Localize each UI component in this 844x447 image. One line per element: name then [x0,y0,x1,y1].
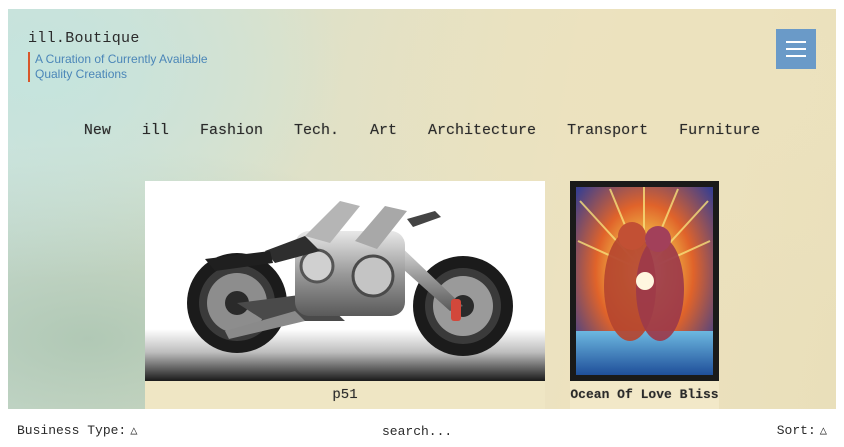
business-type-filter[interactable]: Business Type: △ [17,423,137,438]
category-nav: New ill Fashion Tech. Art Architecture T… [8,122,836,139]
product-title[interactable]: p51 [145,381,545,409]
nav-item-new[interactable]: New [84,122,111,139]
search-input[interactable] [380,420,544,442]
sort-label: Sort: [776,423,816,438]
product-card[interactable]: Ocean Of Love Bliss [570,181,719,409]
nav-item-art[interactable]: Art [370,122,397,139]
nav-item-furniture[interactable]: Furniture [679,122,760,139]
business-type-label: Business Type: [17,423,127,438]
hamburger-menu-button[interactable] [776,29,816,69]
product-title[interactable]: Ocean Of Love Bliss [570,381,719,409]
nav-item-ill[interactable]: ill [142,122,169,139]
brand-logo[interactable]: ill.Boutique [28,30,140,47]
triangle-up-icon[interactable]: △ [820,423,827,438]
page-background: ill.Boutique A Curation of Currently Ava… [8,9,836,409]
brand-tagline: A Curation of Currently Available Qualit… [28,52,245,82]
triangle-up-icon[interactable]: △ [130,423,137,438]
motorcycle-photo [145,181,545,381]
product-card[interactable]: p51 [145,181,545,409]
filter-bar: Business Type:△ Sort:△ [0,412,844,447]
nav-item-tech[interactable]: Tech. [294,122,339,139]
sort-filter[interactable]: Sort: △ [777,423,827,438]
nav-item-fashion[interactable]: Fashion [200,122,263,139]
nav-item-transport[interactable]: Transport [567,122,648,139]
nav-item-architecture[interactable]: Architecture [428,122,536,139]
psychedelic-painting [570,181,719,381]
